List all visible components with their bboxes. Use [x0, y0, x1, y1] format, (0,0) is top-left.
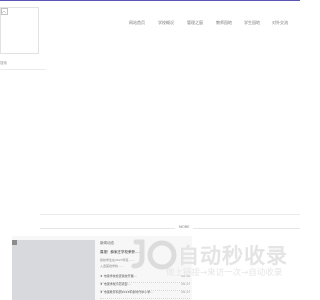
nav-item-management[interactable]: 管理之窗	[187, 20, 203, 26]
broken-image-icon	[1, 8, 8, 15]
nav-item-home[interactable]: 网站首页	[129, 20, 145, 26]
more-link[interactable]: MORE	[179, 225, 189, 229]
watermark-slogan: 做上链接→来访一次→自动收录	[166, 268, 283, 278]
top-accent-bar	[0, 0, 300, 1]
watermark-overlay: 自动秒收录 做上链接→来访一次→自动收录	[130, 238, 300, 278]
news-item-title: ★ 市级教育科研2023年新时代中小学…	[100, 290, 154, 294]
news-section-title: 新闻动态	[100, 241, 114, 245]
broken-image-icon	[12, 240, 17, 245]
search-box[interactable]: 搜索	[0, 60, 46, 70]
content-divider	[40, 214, 300, 215]
news-item-date: 06-17	[181, 282, 190, 286]
site-logo[interactable]	[0, 7, 39, 54]
nav-item-teachers[interactable]: 教师园地	[216, 20, 232, 26]
nav-item-students[interactable]: 学生园地	[244, 20, 260, 26]
nav-item-exchange[interactable]: 对外交流	[272, 20, 288, 26]
section-divider-left	[40, 228, 175, 229]
news-photo[interactable]	[12, 240, 95, 300]
news-item-date: 06-17	[181, 290, 190, 294]
nav-item-about[interactable]: 学校概况	[158, 20, 174, 26]
section-divider-right	[193, 228, 300, 229]
news-list-item[interactable]: ★ 市级教育科研2023年新时代中小学… 06-17	[100, 290, 190, 299]
search-label: 搜索	[0, 61, 7, 65]
news-item-title: ★ 市级学校示范项目…	[100, 282, 131, 286]
main-nav: 网站首页 学校概况 管理之窗 教师园地 学生园地 对外交流	[0, 20, 300, 30]
